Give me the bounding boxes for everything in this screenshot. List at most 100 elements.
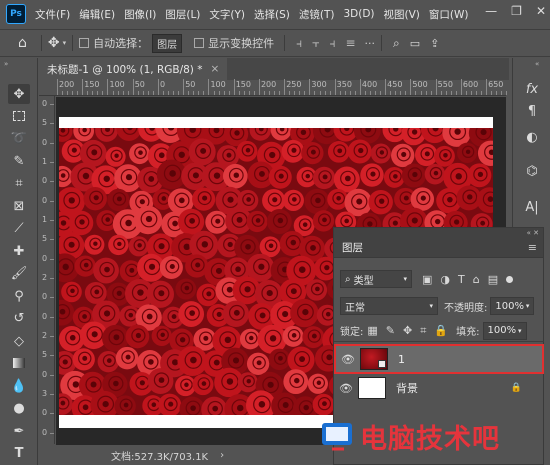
blend-mode-dropdown[interactable]: 正常 ▾ [340,297,438,315]
panel-menu-icon[interactable]: ≡ [528,241,537,254]
ruler-tick [92,91,94,95]
align-left-icon[interactable]: ⫞ [296,36,302,51]
menu-edit[interactable]: 编辑(E) [79,7,115,22]
type-tool-icon[interactable]: T [8,443,30,463]
eyedropper-tool-icon[interactable]: ⟋ [8,218,30,238]
layer-thumbnail [360,348,388,370]
ruler-tick [349,91,351,95]
auto-select-target-dropdown[interactable]: 图层 [152,33,183,53]
panel-collapse-icon[interactable]: « [535,60,539,68]
panel-collapse-icon[interactable]: « ✕ [527,229,539,237]
document-tab[interactable]: 未标题-1 @ 100% (1, RGB/8) * × [39,58,228,80]
lock-position-icon[interactable]: ✥ [403,324,412,337]
restore-button[interactable]: ❐ [511,4,522,18]
lock-transparent-icon[interactable]: ▦ [367,324,377,337]
auto-select-checkbox[interactable] [79,38,90,48]
lock-artboard-icon[interactable]: ⌗ [420,324,426,338]
menu-layer[interactable]: 图层(L) [165,7,200,22]
minimize-button[interactable]: — [485,4,497,18]
ruler-label: 0 [42,369,48,379]
marquee-tool-icon[interactable] [8,106,30,126]
gradient-tool-icon[interactable] [8,353,30,373]
filter-pixel-icon[interactable]: ▣ [422,273,432,286]
healing-brush-tool-icon[interactable]: ✚ [8,241,30,261]
workspace-icon[interactable]: ▭ [410,37,420,50]
ruler-tick [157,79,159,95]
ruler-tick [188,91,190,95]
layer-row[interactable]: 👁 背景 🔒 [334,374,544,402]
ruler-tick [208,79,210,95]
brush-settings-icon[interactable]: ◐ [521,126,543,148]
ruler-tick [425,91,427,95]
toolbar-collapse-icon[interactable]: » [4,60,8,68]
eye-icon[interactable]: 👁 [334,382,358,395]
menu-image[interactable]: 图像(I) [124,7,156,22]
lasso-tool-icon[interactable]: ➰ [8,128,30,148]
ruler-tick [107,79,109,95]
ruler-label: 150 [84,80,100,89]
layer-name: 1 [398,352,405,366]
align-top-icon[interactable]: ≡ [345,36,355,50]
lock-all-icon[interactable]: 🔒 [434,324,448,337]
search-icon[interactable]: ⌕ [393,36,400,51]
filter-toggle[interactable] [506,275,514,283]
history-brush-tool-icon[interactable]: ↺ [8,308,30,328]
chevron-down-icon[interactable]: ▾ [63,39,67,47]
paragraph-icon[interactable]: ¶ [521,100,543,122]
close-tab-icon[interactable]: × [211,63,220,75]
eye-icon[interactable]: 👁 [336,353,360,366]
ruler-tick [339,91,341,95]
crop-tool-icon[interactable]: ⌗ [8,173,30,193]
character-icon[interactable]: A| [521,196,543,218]
clone-stamp-tool-icon[interactable]: ⚲ [8,286,30,306]
layers-panel-header: 图层 ≡ [334,238,543,258]
blur-tool-icon[interactable]: 💧 [8,376,30,396]
ruler-tick [50,220,54,221]
menu-filter[interactable]: 滤镜(T) [299,7,335,22]
filter-adjustment-icon[interactable]: ◑ [440,273,450,286]
menu-file[interactable]: 文件(F) [35,7,70,22]
layer-filter-dropdown[interactable]: ⌕ 类型 ▾ [340,270,412,288]
eraser-tool-icon[interactable]: ◇ [8,331,30,351]
filter-type-icon[interactable]: T [458,273,465,286]
move-tool-icon[interactable]: ✥ [8,84,30,104]
home-icon[interactable]: ⌂ [18,35,27,51]
layer-name: 背景 [396,382,418,395]
filter-smart-object-icon[interactable]: ▤ [488,273,498,286]
dodge-tool-icon[interactable]: ● [8,398,30,418]
paths-icon[interactable]: ⌬ [521,160,543,182]
menu-select[interactable]: 选择(S) [254,7,290,22]
move-tool-preset-icon[interactable]: ✥ [48,35,60,51]
filter-shape-icon[interactable]: ⌂ [473,273,480,286]
more-options-button[interactable]: ··· [365,37,376,50]
ruler-label: 2 [42,331,48,340]
styles-icon[interactable]: fx [521,78,543,100]
ruler-tick [147,91,149,95]
ruler-label: 0 [159,80,166,89]
pen-tool-icon[interactable]: ✒ [8,421,30,441]
ruler-tick [314,91,316,95]
align-center-icon[interactable]: ⫟ [312,36,319,51]
ruler-label: 550 [437,80,453,89]
ruler-tick [400,91,402,95]
menu-3d[interactable]: 3D(D) [343,8,374,20]
align-right-icon[interactable]: ⫞ [329,36,335,51]
ruler-label: 0 [42,427,48,437]
opacity-input[interactable]: 100% ▾ [490,297,535,315]
layer-row[interactable]: 👁 1 [334,344,544,374]
share-icon[interactable]: ⇪ [430,37,439,50]
frame-tool-icon[interactable]: ⊠ [8,196,30,216]
layers-panel-title[interactable]: 图层 [342,240,363,255]
ruler-tick [50,123,54,125]
status-arrow-button[interactable]: › [220,450,224,461]
fill-input[interactable]: 100% ▾ [482,321,527,340]
lock-image-icon[interactable]: ✎ [386,324,395,337]
menu-view[interactable]: 视图(V) [384,7,420,22]
menu-window[interactable]: 窗口(W) [429,7,469,22]
menu-type[interactable]: 文字(Y) [209,7,245,22]
brush-tool-icon[interactable]: 🖌 [8,263,30,283]
ruler-tick [476,91,478,95]
show-transform-checkbox[interactable] [194,38,205,48]
close-window-button[interactable]: ✕ [536,4,546,18]
quick-select-tool-icon[interactable]: ✎ [8,151,30,171]
